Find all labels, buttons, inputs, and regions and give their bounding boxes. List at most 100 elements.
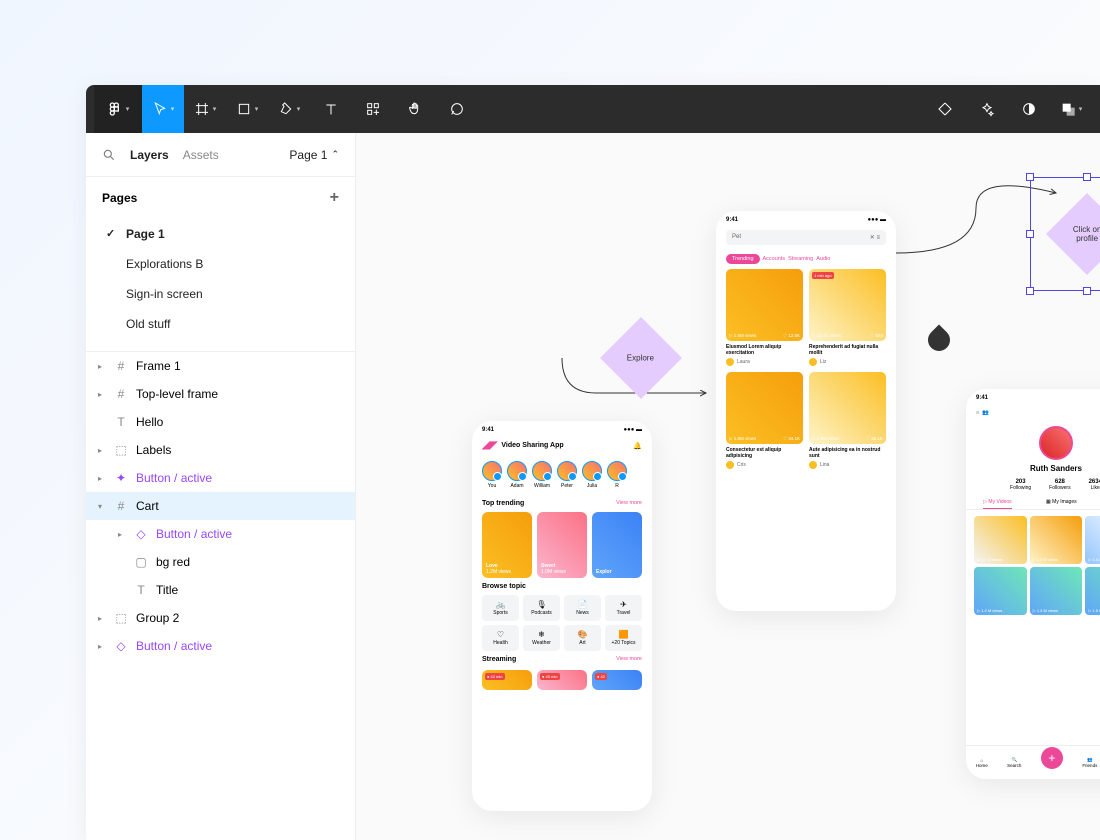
add-page-button[interactable]: + — [330, 189, 339, 207]
nav-friends[interactable]: 👥Friends — [1082, 757, 1097, 768]
browse-topic-heading: Browse topic — [482, 583, 526, 590]
frame-icon: # — [114, 387, 128, 401]
video-card[interactable]: ▷ 1.8M views♡ 34.1KConsectetur est aliqu… — [726, 372, 803, 469]
streaming-card[interactable]: ● 42 — [592, 670, 642, 690]
move-tool[interactable]: ▾ — [142, 85, 184, 133]
topic-chip[interactable]: 🚲Sports — [482, 595, 519, 621]
topic-chip[interactable]: ♡Health — [482, 625, 519, 651]
grid-cell[interactable]: ▷ 1.2 M views — [974, 567, 1027, 615]
mask-button[interactable] — [1008, 85, 1050, 133]
comment-tool[interactable] — [436, 85, 478, 133]
view-more-link[interactable]: View more — [616, 500, 642, 507]
search-icon[interactable] — [102, 148, 116, 162]
clear-icon[interactable]: ✕ ≡ — [870, 234, 880, 241]
topic-chip[interactable]: ❄Weather — [523, 625, 560, 651]
hand-tool[interactable] — [394, 85, 436, 133]
story-item[interactable]: Adam — [507, 461, 527, 489]
main-menu-button[interactable]: ▾ — [94, 85, 142, 133]
text-icon: T — [134, 583, 148, 597]
trending-card[interactable]: Love1.2M views — [482, 512, 532, 578]
resources-tool[interactable] — [352, 85, 394, 133]
top-trending-heading: Top trending — [482, 500, 524, 507]
nav-search[interactable]: 🔍Search — [1007, 757, 1021, 768]
pages-section: Pages + Page 1Explorations BSign-in scre… — [86, 177, 355, 352]
story-item[interactable]: Peter — [557, 461, 577, 489]
page-item[interactable]: Page 1 — [102, 219, 339, 249]
story-item[interactable]: R — [607, 461, 627, 489]
canvas[interactable]: Explore Click on profile 9:41●●● ▬ ◢◤ Vi… — [356, 133, 1100, 840]
text-tool[interactable] — [310, 85, 352, 133]
video-card[interactable]: ▷ 1.5M views♡ 12.5KEiusmod Lorem aliquip… — [726, 269, 803, 366]
effects-button[interactable] — [966, 85, 1008, 133]
component-icon: ✦ — [114, 471, 128, 485]
layer-row[interactable]: TTitle — [86, 576, 355, 604]
topic-chip[interactable]: ✈Travel — [605, 595, 642, 621]
grid-cell[interactable]: ▷ 1.2 M views — [1030, 516, 1083, 564]
boolean-button[interactable]: ▾ — [1050, 85, 1092, 133]
topic-chip[interactable]: 🎙Podcasts — [523, 595, 560, 621]
layer-row[interactable]: ▸✦Button / active — [86, 464, 355, 492]
bottom-nav: ⌂Home 🔍Search + 👥Friends 👤My profile — [966, 745, 1100, 779]
layers-panel: Layers Assets Page 1 ⌃ Pages + Page 1Exp… — [86, 133, 356, 840]
page-selector[interactable]: Page 1 ⌃ — [289, 148, 339, 162]
topic-chip[interactable]: 🟧+20 Topics — [605, 625, 642, 651]
filter-tabs: Trending Accounts Streaming Audio — [716, 249, 896, 269]
layers-tab[interactable]: Layers — [130, 148, 169, 162]
tab-my-videos[interactable]: ▷ My Videos — [983, 499, 1012, 509]
profile-avatar[interactable] — [1039, 426, 1073, 460]
layers-list: ▸#Frame 1▸#Top-level frameTHello▸⬚Labels… — [86, 352, 355, 660]
layer-row[interactable]: ▸#Top-level frame — [86, 380, 355, 408]
stat-item[interactable]: 2634Like — [1089, 479, 1100, 491]
stat-item[interactable]: 203Following — [1010, 479, 1031, 491]
search-field[interactable]: Pet✕ ≡ — [726, 230, 886, 245]
stat-item[interactable]: 628Followers — [1049, 479, 1070, 491]
page-item[interactable]: Explorations B — [102, 249, 339, 279]
menu-icon[interactable]: ≡ 👥 — [976, 410, 989, 416]
story-item[interactable]: Julia — [582, 461, 602, 489]
layer-row[interactable]: ▸⬚Labels — [86, 436, 355, 464]
streaming-card[interactable]: ● 45 min — [537, 670, 587, 690]
layer-row[interactable]: ▢bg red — [86, 548, 355, 576]
grid-cell[interactable]: ▷ 1.5 M views — [1085, 516, 1100, 564]
dev-mode-button[interactable] — [924, 85, 966, 133]
layer-row[interactable]: ▸◇Button / active — [86, 520, 355, 548]
layer-row[interactable]: ▾#Cart — [86, 492, 355, 520]
video-card[interactable]: ▷ 1.9M views♡ 39.1KAute adipisicing ea i… — [809, 372, 886, 469]
tab-my-images[interactable]: ▦ My Images — [1046, 499, 1077, 505]
phone-mockup-search[interactable]: 9:41●●● ▬ Pet✕ ≡ Trending Accounts Strea… — [716, 211, 896, 611]
filter-audio[interactable]: Audio — [816, 256, 830, 262]
story-item[interactable]: You — [482, 461, 502, 489]
video-card[interactable]: 1 min ago▷ 12.4K views♡ 634Reprehenderit… — [809, 269, 886, 366]
filter-trending[interactable]: Trending — [726, 254, 760, 264]
layer-row[interactable]: THello — [86, 408, 355, 436]
nav-home[interactable]: ⌂Home — [976, 758, 988, 768]
grid-cell[interactable]: ▷ 1.5 M views — [1085, 567, 1100, 615]
story-item[interactable]: William — [532, 461, 552, 489]
instance-icon: ◇ — [114, 639, 128, 653]
topic-chip[interactable]: 📄News — [564, 595, 601, 621]
grid-cell[interactable]: ▷ 1.3 M views — [1030, 567, 1083, 615]
frame-tool[interactable]: ▾ — [184, 85, 226, 133]
phone-mockup-home[interactable]: 9:41●●● ▬ ◢◤ Video Sharing App 🔔 YouAdam… — [472, 421, 652, 811]
notification-icon[interactable]: 🔔 — [633, 442, 642, 450]
grid-cell[interactable]: ▷ 1.7 M views — [974, 516, 1027, 564]
status-time: 9:41 — [976, 395, 988, 401]
rectangle-tool[interactable]: ▾ — [226, 85, 268, 133]
phone-mockup-profile[interactable]: 9:41●●● ▬ ≡ 👥✎ Edit Profile Ruth Sanders… — [966, 389, 1100, 779]
page-item[interactable]: Old stuff — [102, 309, 339, 339]
layer-row[interactable]: ▸#Frame 1 — [86, 352, 355, 380]
assets-tab[interactable]: Assets — [183, 148, 219, 162]
trending-card[interactable]: Sweet1.0M views — [537, 512, 587, 578]
pen-tool[interactable]: ▾ — [268, 85, 310, 133]
nav-add-button[interactable]: + — [1041, 747, 1063, 769]
filter-streaming[interactable]: Streaming — [788, 256, 813, 262]
page-item[interactable]: Sign-in screen — [102, 279, 339, 309]
topic-chip[interactable]: 🎨Art — [564, 625, 601, 651]
view-more-link[interactable]: View more — [616, 656, 642, 663]
layer-row[interactable]: ▸⬚Group 2 — [86, 604, 355, 632]
streaming-card[interactable]: ● 42 min — [482, 670, 532, 690]
instance-icon: ◇ — [134, 527, 148, 541]
filter-accounts[interactable]: Accounts — [763, 256, 786, 262]
trending-card[interactable]: Explor — [592, 512, 642, 578]
layer-row[interactable]: ▸◇Button / active — [86, 632, 355, 660]
